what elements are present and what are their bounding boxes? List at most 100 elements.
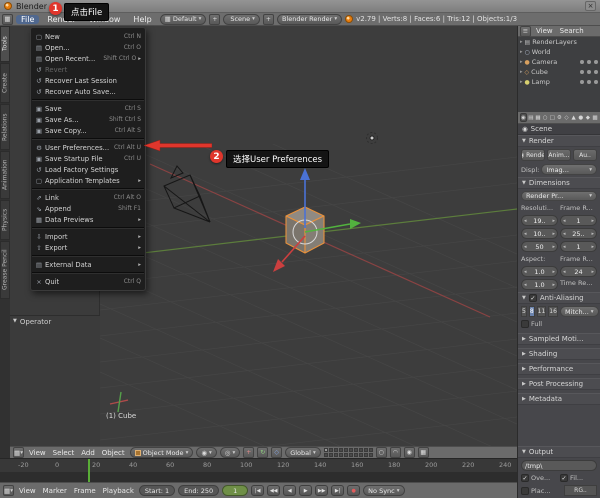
layer-toggle[interactable] (354, 453, 358, 457)
aspect-x-field[interactable]: ◂1.0▸ (521, 266, 558, 277)
orientation-select[interactable]: Global▾ (285, 447, 321, 458)
layer-toggle[interactable] (344, 448, 348, 452)
play-button[interactable]: ▶ (299, 485, 312, 496)
layer-toggle[interactable] (364, 453, 368, 457)
menu-item-new[interactable]: ▢NewCtrl N (31, 31, 145, 42)
menu-frame[interactable]: Frame (72, 487, 98, 495)
tab-scene-icon[interactable]: ▦ (535, 113, 541, 122)
menu-item-open-recent[interactable]: ▤Open Recent...Shift Ctrl O▸ (31, 53, 145, 64)
viewport-canvas[interactable] (100, 26, 517, 446)
tab-data-icon[interactable]: ▲ (571, 113, 577, 122)
lamp-object[interactable] (367, 133, 378, 144)
scene-select[interactable]: Scene▾ (223, 14, 260, 25)
visibility-toggle-icon[interactable] (580, 70, 584, 74)
menu-help[interactable]: Help (128, 15, 156, 24)
manipulator-scale-button[interactable]: ◇ (271, 447, 282, 458)
outliner-row[interactable]: ▸▤RenderLayers (518, 37, 600, 47)
expand-icon[interactable]: ▸ (520, 59, 523, 65)
panel-output-header[interactable]: ▼Output (518, 446, 600, 458)
menu-item-save-as[interactable]: ▣Save As...Shift Ctrl S (31, 114, 145, 125)
layer-toggle[interactable] (339, 448, 343, 452)
selectability-toggle-icon[interactable] (587, 80, 591, 84)
opengl-render-anim-button[interactable]: ▦ (418, 447, 429, 458)
outliner-row[interactable]: ▸◇Cube (518, 67, 600, 77)
tab-render-layers-icon[interactable]: ▤ (528, 113, 534, 122)
renderability-toggle-icon[interactable] (594, 70, 598, 74)
screen-layout-select[interactable]: ▦Default▾ (160, 14, 207, 25)
menu-item-save[interactable]: ▣SaveCtrl S (31, 103, 145, 114)
menu-search[interactable]: Search (558, 27, 586, 35)
color-mode-rgb-button[interactable]: RG.. (564, 485, 597, 496)
menu-view[interactable]: View (534, 27, 555, 35)
snap-magnet-button[interactable]: ◠ (390, 447, 401, 458)
layer-toggle[interactable] (334, 453, 338, 457)
frame-start-field[interactable]: Start: 1 (139, 485, 175, 496)
layer-toggle[interactable] (354, 448, 358, 452)
resolution-x-field[interactable]: ◂19..▸ (521, 215, 558, 226)
record-button[interactable]: ● (347, 485, 360, 496)
menu-item-user-preferences[interactable]: ⚙User Preferences...Ctrl Alt U (31, 142, 145, 153)
expand-icon[interactable]: ▸ (520, 69, 523, 75)
panel-sampled-motion-blur-header[interactable]: ▶Sampled Moti... (518, 333, 600, 345)
outliner-row[interactable]: ▸●Lamp (518, 77, 600, 87)
layer-toggle[interactable] (324, 448, 328, 452)
editor-type-button[interactable]: ▦ (2, 14, 13, 25)
resolution-percent-field[interactable]: ◂50▸ (521, 241, 558, 252)
tab-render-icon[interactable]: ◉ (520, 113, 527, 122)
visibility-toggle-icon[interactable] (580, 80, 584, 84)
menu-item-revert[interactable]: ↺Revert (31, 64, 145, 75)
tab-physics-icon[interactable]: ▩ (592, 113, 598, 122)
tab-relations[interactable]: Relations (0, 104, 10, 150)
menu-item-recover-auto-save[interactable]: ↺Recover Auto Save... (31, 86, 145, 97)
menu-item-recover-last-session[interactable]: ↺Recover Last Session (31, 75, 145, 86)
menu-file[interactable]: File (16, 15, 39, 24)
proportional-edit-button[interactable]: ○ (376, 447, 387, 458)
panel-shading-header[interactable]: ▶Shading (518, 348, 600, 360)
panel-post-processing-header[interactable]: ▶Post Processing (518, 378, 600, 390)
tab-texture-icon[interactable]: ◆ (585, 113, 591, 122)
play-reverse-button[interactable]: ◀ (283, 485, 296, 496)
menu-item-save-startup-file[interactable]: ▣Save Startup FileCtrl U (31, 153, 145, 164)
jump-start-button[interactable]: |◀ (251, 485, 264, 496)
opengl-render-button[interactable]: ◉ (404, 447, 415, 458)
menu-select[interactable]: Select (51, 449, 77, 457)
menu-item-application-templates[interactable]: ▢Application Templates▸ (31, 175, 145, 186)
layer-toggle[interactable] (329, 453, 333, 457)
aspect-y-field[interactable]: ◂1.0▸ (521, 279, 558, 290)
render-engine-select[interactable]: Blender Render▾ (277, 14, 342, 25)
menu-item-data-previews[interactable]: ▦Data Previews▸ (31, 214, 145, 225)
editor-type-button[interactable]: ▦▾ (3, 485, 14, 496)
render-button[interactable]: ◉Render (521, 149, 545, 161)
panel-render-header[interactable]: ▼Render (518, 135, 600, 147)
playhead[interactable] (88, 459, 90, 483)
mode-select[interactable]: Object Mode▾ (130, 447, 194, 458)
anti-aliasing-checkbox[interactable]: ✓ (529, 294, 537, 302)
timeline-ruler[interactable]: -20 0 20 40 60 80 100 120 140 160 180 20… (0, 458, 517, 482)
aa-samples-8-button[interactable]: 8 (529, 306, 535, 317)
menu-playback[interactable]: Playback (101, 487, 136, 495)
manipulator-translate-button[interactable]: + (243, 447, 254, 458)
tab-grease-pencil[interactable]: Grease Pencil (0, 241, 10, 299)
layer-toggle[interactable] (349, 453, 353, 457)
menu-item-open[interactable]: ▤Open...Ctrl O (31, 42, 145, 53)
expand-icon[interactable]: ▸ (520, 39, 523, 45)
shading-select[interactable]: ◉▾ (196, 447, 216, 458)
visibility-toggle-icon[interactable] (580, 60, 584, 64)
outliner-row[interactable]: ▸●Camera (518, 57, 600, 67)
menu-item-link[interactable]: ⇗LinkCtrl Alt O (31, 192, 145, 203)
tab-material-icon[interactable]: ● (578, 113, 584, 122)
menu-view[interactable]: View (27, 449, 48, 457)
tab-world-icon[interactable]: ○ (542, 113, 548, 122)
tab-create[interactable]: Create (0, 63, 10, 103)
add-scene-button[interactable]: + (263, 14, 274, 25)
aa-filter-select[interactable]: Mitch...▾ (560, 306, 599, 317)
manipulator-rotate-button[interactable]: ↻ (257, 447, 268, 458)
operator-panel[interactable]: ▼ Operator (10, 315, 100, 446)
sync-select[interactable]: No Sync▾ (363, 485, 404, 496)
layer-toggle[interactable] (334, 448, 338, 452)
next-keyframe-button[interactable]: ▶▶ (315, 485, 328, 496)
selectability-toggle-icon[interactable] (587, 70, 591, 74)
layer-toggle[interactable] (359, 453, 363, 457)
menu-item-external-data[interactable]: ▤External Data▸ (31, 259, 145, 270)
menu-marker[interactable]: Marker (41, 487, 69, 495)
